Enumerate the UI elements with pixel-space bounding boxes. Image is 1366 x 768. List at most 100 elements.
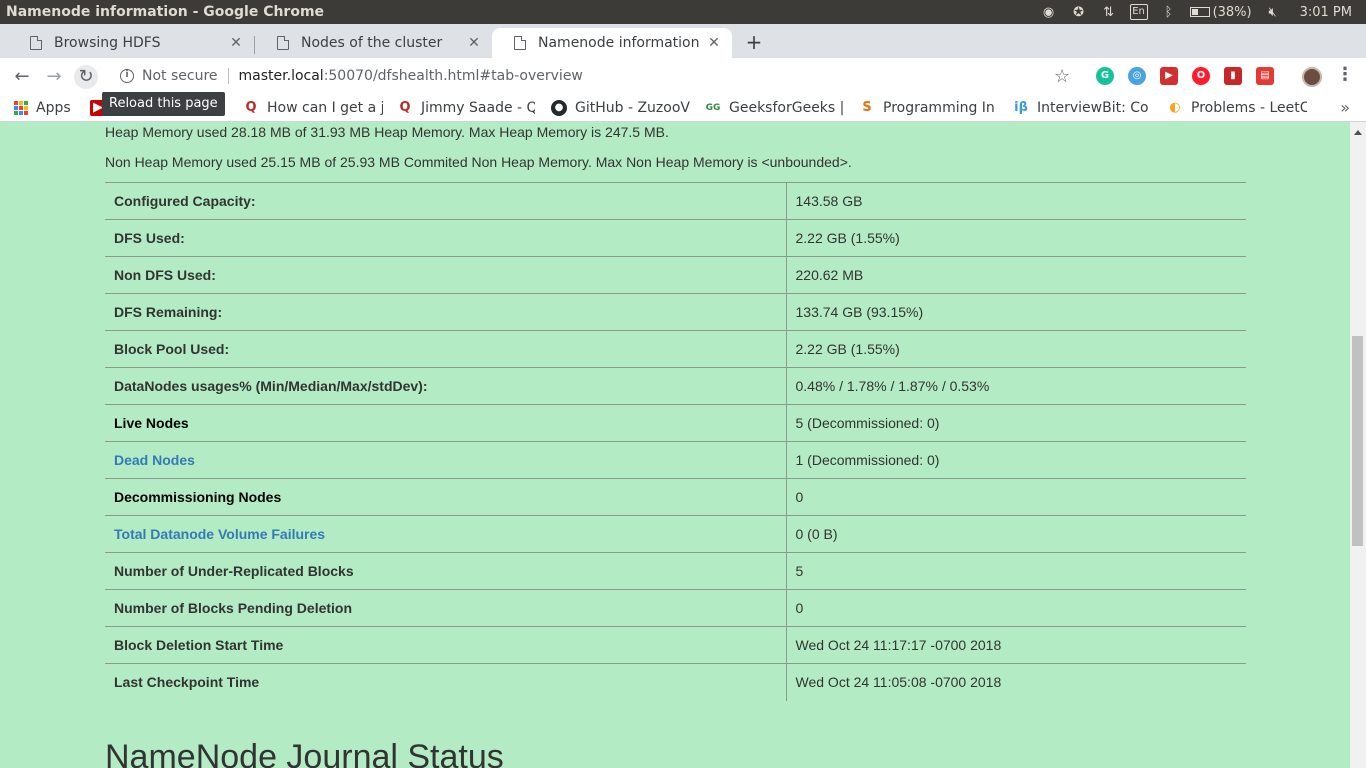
page-icon	[30, 36, 42, 50]
bookmark-label: Problems - LeetC	[1191, 100, 1307, 116]
forward-button[interactable]: →	[42, 65, 66, 89]
bookmark-label: GitHub - ZuzooV	[575, 100, 690, 116]
bookmark-star-icon[interactable]: ☆	[1054, 66, 1070, 87]
scrollbar-thumb[interactable]	[1352, 336, 1363, 546]
battery-percentage: (38%)	[1212, 4, 1252, 20]
tab-label: Namenode information	[538, 35, 700, 51]
address-bar[interactable]: i Not secure master.local :50070/dfsheal…	[108, 61, 1088, 91]
tab-nodes-of-cluster[interactable]: Nodes of the cluster ✕	[255, 28, 492, 58]
dead-nodes-link[interactable]: Dead Nodes	[105, 441, 787, 479]
row-value: 5	[786, 552, 1246, 590]
page-icon	[514, 36, 526, 50]
tab-strip: Browsing HDFS ✕ Nodes of the cluster ✕ N…	[0, 24, 1366, 58]
tab-browsing-hdfs[interactable]: Browsing HDFS ✕	[8, 28, 254, 58]
bookmark-quora-2[interactable]: Q Jimmy Saade - Q	[397, 100, 535, 116]
os-title-bar: Namenode information - Google Chrome ◉ ✪…	[0, 0, 1366, 24]
quora-icon: Q	[245, 100, 257, 115]
steam-icon[interactable]: ✪	[1070, 3, 1088, 21]
network-icon[interactable]: ⇅	[1100, 3, 1118, 21]
row-value: 0.48% / 1.78% / 1.87% / 0.53%	[786, 367, 1246, 405]
heap-memory-text: Heap Memory used 28.18 MB of 31.93 MB He…	[105, 124, 669, 140]
menu-icon[interactable]: ⋮	[1336, 64, 1354, 85]
programming-icon: S	[862, 100, 872, 115]
scroll-up-arrow-icon[interactable]	[1354, 130, 1362, 135]
security-label[interactable]: Not secure	[142, 68, 218, 84]
bookmark-label: Apps	[36, 100, 71, 116]
row-value: 1 (Decommissioned: 0)	[786, 441, 1246, 479]
non-heap-memory-text: Non Heap Memory used 25.15 MB of 25.93 M…	[105, 154, 852, 170]
row-key: Number of Blocks Pending Deletion	[105, 589, 787, 627]
section-heading: NameNode Journal Status	[105, 738, 504, 768]
row-key: Block Pool Used:	[105, 330, 787, 368]
bookmark-geeksforgeeks[interactable]: GG GeeksforGeeks |	[705, 100, 843, 116]
grammarly-icon[interactable]: G	[1096, 67, 1114, 85]
vertical-scrollbar[interactable]	[1350, 122, 1366, 768]
keyboard-layout-indicator[interactable]: En	[1129, 4, 1148, 20]
row-key: DataNodes usages% (Min/Median/Max/stdDev…	[105, 367, 787, 405]
table-row: Non DFS Used: 220.62 MB	[105, 256, 1246, 294]
row-key: Configured Capacity:	[105, 182, 787, 220]
bookmark-label: Jimmy Saade - Q	[421, 100, 535, 116]
extension-blue-icon[interactable]: ◎	[1128, 67, 1146, 85]
decommissioning-nodes-link[interactable]: Decommissioning Nodes	[105, 478, 787, 516]
interviewbit-icon: iβ	[1014, 100, 1028, 115]
table-row: Decommissioning Nodes 0	[105, 478, 1246, 516]
row-key: Non DFS Used:	[105, 256, 787, 294]
bookmark-label: How can I get a j	[267, 100, 383, 116]
bookmark-label: InterviewBit: Co	[1037, 100, 1149, 116]
extension-calendar-icon[interactable]: ▤	[1256, 67, 1274, 85]
bookmark-apps[interactable]: Apps	[14, 100, 71, 116]
close-icon[interactable]: ✕	[706, 35, 722, 51]
volume-failures-link[interactable]: Total Datanode Volume Failures	[105, 515, 787, 553]
extension-red-play-icon[interactable]: ▶	[1160, 67, 1178, 85]
extension-book-icon[interactable]: ▮	[1224, 67, 1242, 85]
live-nodes-link[interactable]: Live Nodes	[105, 404, 787, 442]
row-value: 2.22 GB (1.55%)	[786, 330, 1246, 368]
avatar[interactable]	[1302, 67, 1322, 87]
info-icon[interactable]: i	[120, 69, 134, 83]
opera-icon[interactable]: O	[1192, 67, 1210, 85]
leetcode-icon: ◐	[1169, 100, 1181, 115]
row-value: 133.74 GB (93.15%)	[786, 293, 1246, 331]
bookmark-leetcode[interactable]: ◐ Problems - LeetC	[1167, 100, 1307, 116]
window-title: Namenode information - Google Chrome	[6, 4, 325, 20]
browser-toolbar: ← → ↻ i Not secure master.local :50070/d…	[0, 58, 1366, 95]
bluetooth-icon[interactable]: ᛒ	[1160, 3, 1178, 21]
tab-label: Nodes of the cluster	[301, 35, 443, 51]
clock[interactable]: 3:01 PM	[1300, 5, 1352, 20]
system-tray: ◉ ✪ ⇅ En ᛒ (38%) 🔇︎ 3:01 PM	[1040, 3, 1366, 21]
bookmark-github[interactable]: ● GitHub - ZuzooV	[551, 100, 691, 116]
close-icon[interactable]: ✕	[228, 35, 244, 51]
omnibox-divider	[227, 68, 229, 84]
bookmark-label: Programming In	[883, 100, 995, 116]
reload-button[interactable]: ↻	[74, 65, 98, 89]
url-host: master.local	[238, 68, 324, 84]
quora-icon: Q	[399, 100, 411, 115]
row-value: 0	[786, 478, 1246, 516]
bookmark-quora-1[interactable]: Q How can I get a j	[243, 100, 383, 116]
row-key: DFS Remaining:	[105, 293, 787, 331]
extensions-area: G ◎ ▶ O ▮ ▤	[1096, 67, 1274, 85]
page-content: Heap Memory used 28.18 MB of 31.93 MB He…	[0, 122, 1350, 768]
new-tab-button[interactable]: +	[744, 30, 764, 54]
volume-muted-icon[interactable]: 🔇︎	[1264, 3, 1282, 21]
record-icon[interactable]: ◉	[1040, 3, 1058, 21]
tab-namenode-information[interactable]: Namenode information ✕	[492, 28, 732, 58]
bookmark-interviewbit[interactable]: iβ InterviewBit: Co	[1013, 100, 1151, 116]
table-row: Dead Nodes 1 (Decommissioned: 0)	[105, 441, 1246, 479]
bookmarks-overflow-icon[interactable]: »	[1340, 98, 1350, 117]
row-value: 5 (Decommissioned: 0)	[786, 404, 1246, 442]
table-row: Total Datanode Volume Failures 0 (0 B)	[105, 515, 1246, 553]
row-value: Wed Oct 24 11:17:17 -0700 2018	[786, 626, 1246, 664]
back-button[interactable]: ←	[10, 65, 34, 89]
bookmark-programming[interactable]: S Programming In	[859, 100, 997, 116]
url-path: :50070/dfshealth.html#tab-overview	[323, 68, 583, 84]
row-value: 2.22 GB (1.55%)	[786, 219, 1246, 257]
geeksforgeeks-icon: GG	[705, 103, 721, 113]
table-row: Block Pool Used: 2.22 GB (1.55%)	[105, 330, 1246, 368]
battery-indicator[interactable]: (38%)	[1189, 4, 1252, 20]
close-icon[interactable]: ✕	[466, 35, 482, 51]
row-value: 143.58 GB	[786, 182, 1246, 220]
table-row: Number of Blocks Pending Deletion 0	[105, 589, 1246, 627]
bookmark-label: GeeksforGeeks |	[729, 100, 843, 116]
